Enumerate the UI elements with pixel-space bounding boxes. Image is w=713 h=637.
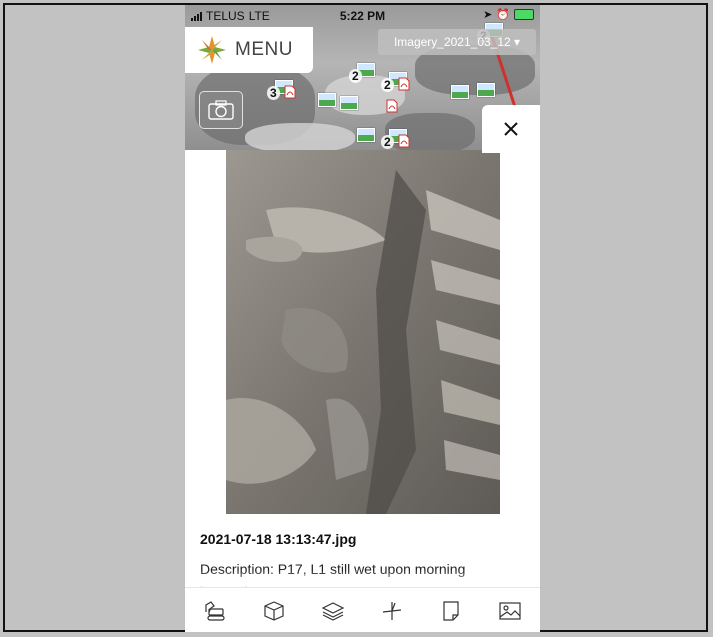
cluster-count: 2 [381,135,394,149]
photo-file-name: 2021-07-18 13:13:47.jpg [200,531,357,547]
toolbar-survey-button[interactable] [372,593,412,629]
camera-button[interactable] [199,91,243,129]
cube-icon [264,600,284,621]
map-terrain [245,123,355,150]
battery-icon [514,9,534,20]
toolbar-layers-button[interactable] [313,593,353,629]
note-icon [443,600,459,621]
toolbar-3d-button[interactable] [254,593,294,629]
image-icon [499,601,521,620]
survey-icon [382,601,402,620]
scroll-fade [185,570,540,587]
close-icon [504,122,518,136]
bottom-toolbar [185,587,540,632]
toolbar-image-button[interactable] [490,593,530,629]
map-cluster-marker[interactable]: 2 [349,63,379,83]
layers-icon [321,601,345,621]
map-cluster-marker[interactable]: 2 [381,72,411,92]
image-marker-icon[interactable] [357,128,375,142]
toolbar-note-button[interactable] [431,593,471,629]
status-right: ➤ ⏰ [483,8,534,21]
image-marker-icon[interactable] [477,83,495,97]
excavator-icon [204,600,225,621]
pdf-marker-icon [398,77,410,91]
photo-image[interactable] [226,150,500,514]
menu-label: MENU [235,39,293,60]
alarm-icon: ⏰ [496,9,510,21]
map-cluster-marker[interactable]: 3 [267,80,297,100]
close-button[interactable] [482,105,540,153]
compass-star-logo [198,36,226,64]
camera-icon [208,100,234,120]
pdf-marker-icon [284,85,296,99]
toolbar-excavator-button[interactable] [195,593,235,629]
status-bar: TELUS LTE 5:22 PM ➤ ⏰ [185,5,540,27]
cluster-count: 3 [267,86,280,100]
image-marker-icon[interactable] [451,85,469,99]
image-marker-icon[interactable] [340,96,358,110]
photo-detail-sheet[interactable]: 2021-07-18 13:13:47.jpg Description: P17… [185,150,540,587]
imagery-selected-value: Imagery_2021_03_12 ▾ [393,35,521,49]
pdf-marker-icon[interactable] [385,98,399,114]
map-cluster-marker[interactable]: 2 [381,129,411,149]
cluster-count: 2 [349,69,362,83]
pdf-marker-icon [398,134,410,148]
menu-button[interactable]: MENU [185,27,313,73]
location-arrow-icon: ➤ [483,9,493,21]
image-marker-icon[interactable] [318,93,336,107]
phone-screen: 3 2 2 2 2 TELUS [185,5,540,632]
imagery-dropdown[interactable]: Imagery_2021_03_12 ▾ [378,29,536,55]
cluster-count: 2 [381,78,394,92]
